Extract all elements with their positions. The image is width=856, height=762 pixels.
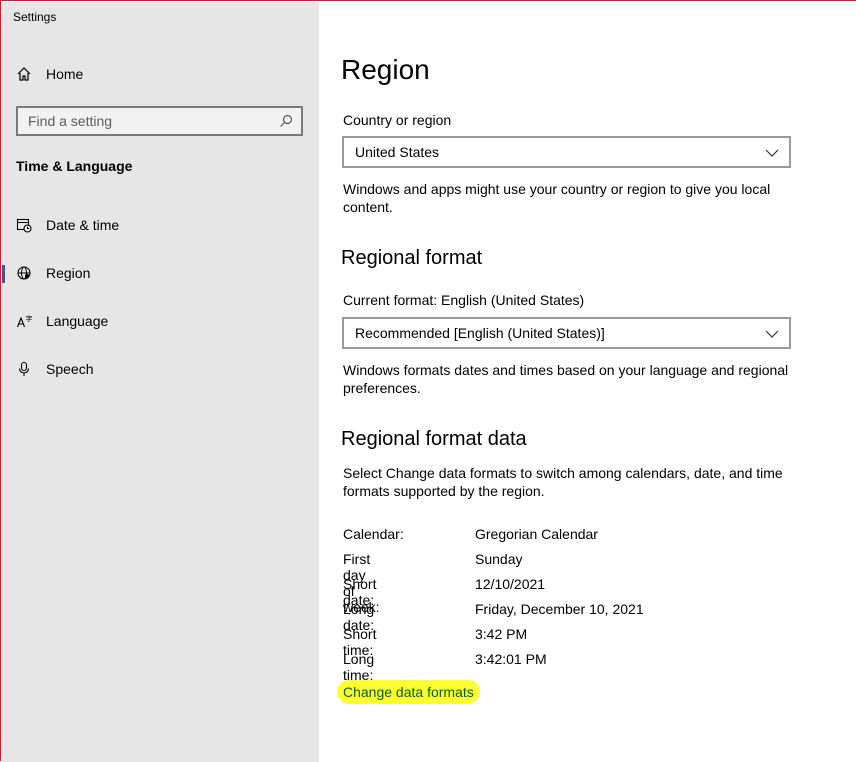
sidebar-item-label: Date & time xyxy=(46,217,120,233)
row-value: 3:42:01 PM xyxy=(475,651,547,667)
regional-format-description: Windows formats dates and times based on… xyxy=(343,362,789,396)
selected-indicator xyxy=(2,265,5,283)
sidebar: Settings Home Find a setting Time & Lang… xyxy=(2,2,319,762)
regional-format-heading: Regional format xyxy=(341,247,483,269)
settings-window: Settings Home Find a setting Time & Lang… xyxy=(0,0,856,762)
row-value: Sunday xyxy=(475,551,523,567)
country-value: United States xyxy=(355,144,440,160)
main-content: Region Country or region United States W… xyxy=(319,2,856,762)
sidebar-item-region[interactable]: Region xyxy=(2,253,319,293)
app-title: Settings xyxy=(13,10,57,24)
row-key: Long time: xyxy=(343,651,375,683)
search-input[interactable]: Find a setting xyxy=(16,106,303,136)
sidebar-item-language[interactable]: 字 Language xyxy=(2,301,319,341)
current-format-label: Current format: English (United States) xyxy=(343,292,585,308)
regional-format-dropdown[interactable]: Recommended [English (United States)] xyxy=(342,317,791,349)
sidebar-item-label: Language xyxy=(46,313,109,329)
format-data-heading: Regional format data xyxy=(341,428,527,450)
nav-home-label: Home xyxy=(46,66,84,82)
change-data-formats-link[interactable]: Change data formats xyxy=(337,680,480,704)
language-icon: 字 xyxy=(15,312,33,330)
sidebar-item-label: Region xyxy=(46,265,91,281)
row-value: 12/10/2021 xyxy=(475,576,546,592)
country-label: Country or region xyxy=(343,112,452,128)
row-value: 3:42 PM xyxy=(475,626,528,642)
country-description: Windows and apps might use your country … xyxy=(343,181,771,215)
calendar-clock-icon xyxy=(15,216,33,234)
sidebar-item-label: Speech xyxy=(46,361,94,377)
search-icon xyxy=(279,114,293,128)
country-dropdown[interactable]: United States xyxy=(342,136,791,168)
chevron-down-icon xyxy=(765,327,779,341)
chevron-down-icon xyxy=(765,146,779,160)
regional-format-value: Recommended [English (United States)] xyxy=(355,325,605,341)
globe-icon xyxy=(15,264,33,282)
format-data-description: Select Change data formats to switch amo… xyxy=(343,465,783,499)
microphone-icon xyxy=(15,360,33,378)
sidebar-item-date-time[interactable]: Date & time xyxy=(2,205,319,245)
search-placeholder: Find a setting xyxy=(28,113,113,129)
svg-text:字: 字 xyxy=(26,314,33,323)
home-icon xyxy=(15,65,33,83)
page-title: Region xyxy=(341,54,430,85)
nav-home[interactable]: Home xyxy=(2,54,319,94)
section-title: Time & Language xyxy=(16,158,133,174)
row-value: Friday, December 10, 2021 xyxy=(475,601,644,617)
sidebar-item-speech[interactable]: Speech xyxy=(2,349,319,389)
row-value: Gregorian Calendar xyxy=(475,526,598,542)
row-key: Calendar: xyxy=(343,526,404,542)
